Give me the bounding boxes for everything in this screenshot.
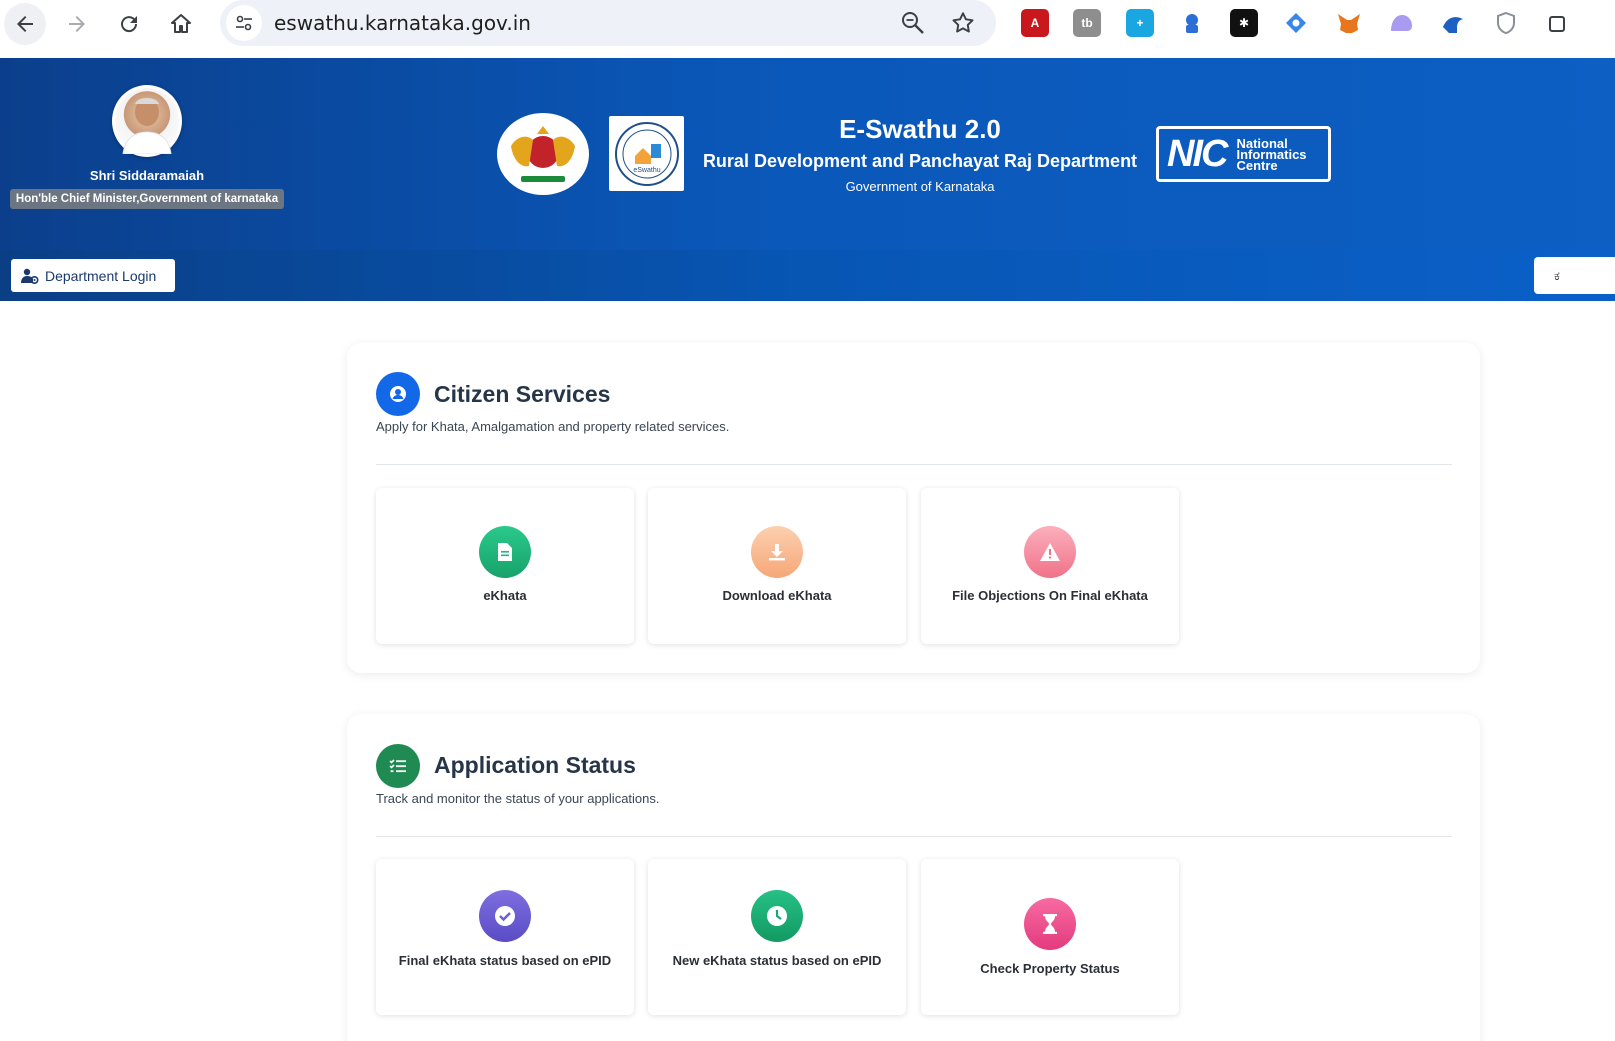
back-button[interactable] xyxy=(4,3,46,45)
site-title: E-Swathu 2.0 xyxy=(839,114,1001,144)
eswathu-logo: eSwathu xyxy=(609,116,684,191)
zoom-button[interactable] xyxy=(900,10,926,41)
hourglass-icon xyxy=(1024,898,1076,950)
check-property-status-card[interactable]: Check Property Status xyxy=(921,859,1179,1015)
fox-extension-icon[interactable] xyxy=(1335,9,1363,37)
home-icon xyxy=(171,14,191,33)
citizen-services-description: Apply for Khata, Amalgamation and proper… xyxy=(376,419,730,434)
user-gear-icon xyxy=(21,268,39,284)
zoom-icon xyxy=(902,12,924,34)
pdf-extension-icon[interactable]: A xyxy=(1021,9,1049,37)
file-objections-label: File Objections On Final eKhata xyxy=(952,588,1148,603)
department-login-label: Department Login xyxy=(45,267,157,284)
application-status-title: Application Status xyxy=(434,752,636,778)
user-circle-icon xyxy=(376,372,420,416)
bird-extension-icon[interactable] xyxy=(1439,9,1467,37)
ghost-extension-icon[interactable] xyxy=(1387,9,1415,37)
url-text[interactable]: eswathu.karnataka.gov.in xyxy=(274,11,531,35)
download-icon xyxy=(751,526,803,578)
application-status-description: Track and monitor the status of your app… xyxy=(376,791,660,806)
reload-icon xyxy=(121,16,138,33)
citizen-services-section: Citizen Services Apply for Khata, Amalga… xyxy=(347,343,1480,673)
citizen-services-title: Citizen Services xyxy=(434,381,611,407)
diamond-extension-icon[interactable] xyxy=(1282,9,1310,37)
clock-icon xyxy=(751,890,803,942)
section-divider xyxy=(376,836,1452,837)
navigation-bar: Department Login ಕ xyxy=(0,250,1615,301)
document-icon xyxy=(479,526,531,578)
new-ekhata-status-label: New eKhata status based on ePID xyxy=(672,953,882,968)
reload-button[interactable] xyxy=(108,3,150,45)
site-info-button[interactable] xyxy=(226,5,262,41)
government-name: Government of Karnataka xyxy=(845,179,995,194)
home-button[interactable] xyxy=(160,3,202,45)
chief-minister-title: Hon'ble Chief Minister,Government of kar… xyxy=(10,189,284,209)
puzzle-extension-icon[interactable] xyxy=(1544,9,1572,37)
tb-extension-icon[interactable]: tb xyxy=(1073,9,1101,37)
tune-icon xyxy=(236,15,252,31)
star-icon xyxy=(952,12,974,33)
nic-logo: NIC National Informatics Centre xyxy=(1156,126,1331,182)
application-status-section: Application Status Track and monitor the… xyxy=(347,714,1480,1041)
robot-extension-icon[interactable] xyxy=(1178,9,1206,37)
chief-minister-name: Shri Siddaramaiah xyxy=(89,168,205,183)
shield-extension-icon[interactable] xyxy=(1492,9,1520,37)
plus-extension-icon[interactable]: + xyxy=(1126,9,1154,37)
section-divider xyxy=(376,464,1452,465)
department-login-button[interactable]: Department Login xyxy=(11,259,175,292)
bookmark-button[interactable] xyxy=(950,10,976,41)
department-name: Rural Development and Panchayat Raj Depa… xyxy=(702,151,1138,171)
site-header-banner: Shri Siddaramaiah Hon'ble Chief Minister… xyxy=(0,58,1615,250)
file-objections-card[interactable]: File Objections On Final eKhata xyxy=(921,488,1179,644)
final-ekhata-status-card[interactable]: Final eKhata status based on ePID xyxy=(376,859,634,1015)
check-property-status-label: Check Property Status xyxy=(980,961,1120,976)
checklist-icon xyxy=(376,744,420,788)
browser-toolbar: eswathu.karnataka.gov.in A tb + ✱ xyxy=(0,0,1615,58)
arrow-left-icon xyxy=(17,16,33,32)
download-ekhata-label: Download eKhata xyxy=(722,588,832,603)
ekhata-label: eKhata xyxy=(483,588,527,603)
final-ekhata-status-label: Final eKhata status based on ePID xyxy=(398,953,612,968)
address-bar[interactable]: eswathu.karnataka.gov.in xyxy=(220,0,996,46)
svg-text:eSwathu: eSwathu xyxy=(633,167,660,174)
warning-icon xyxy=(1024,526,1076,578)
ekhata-card[interactable]: eKhata xyxy=(376,488,634,644)
download-ekhata-card[interactable]: Download eKhata xyxy=(648,488,906,644)
new-ekhata-status-card[interactable]: New eKhata status based on ePID xyxy=(648,859,906,1015)
karnataka-emblem-logo xyxy=(497,113,589,195)
language-toggle-button[interactable]: ಕ xyxy=(1534,257,1615,294)
forward-button[interactable] xyxy=(56,3,98,45)
asterisk-extension-icon[interactable]: ✱ xyxy=(1230,9,1258,37)
chief-minister-photo xyxy=(112,85,182,157)
arrow-right-icon xyxy=(69,16,85,32)
check-circle-icon xyxy=(479,890,531,942)
